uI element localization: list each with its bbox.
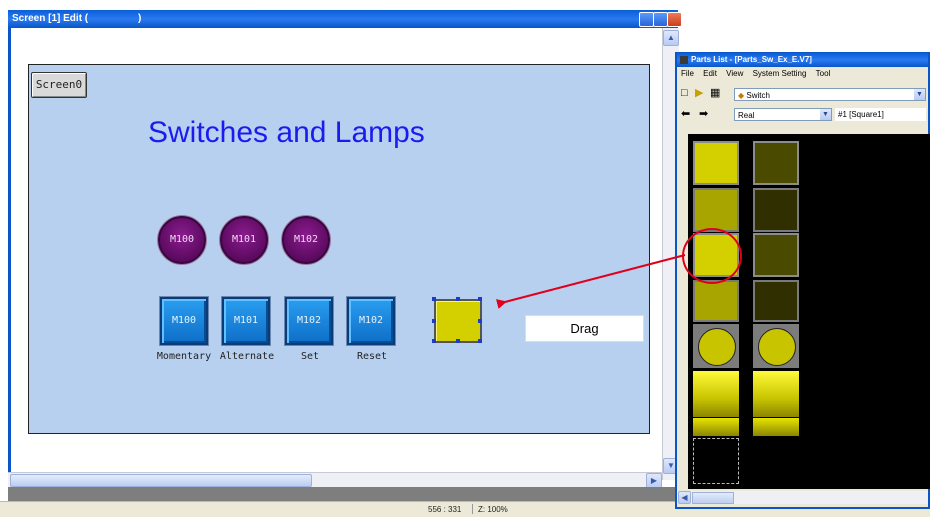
lamp-m102[interactable]: M102 (282, 216, 330, 264)
style-select[interactable]: Real ▼ (734, 108, 832, 121)
horizontal-scroll-thumb[interactable] (10, 474, 312, 487)
menu-file[interactable]: File (681, 69, 694, 78)
restore-icon[interactable] (653, 12, 668, 27)
switch-caption: Momentary (156, 351, 212, 362)
switch-caption: Alternate (219, 351, 275, 362)
resize-handle[interactable] (432, 297, 436, 301)
parts-list-title: Parts List - [Parts_Sw_Ex_E.V7] (691, 55, 812, 64)
part-name-value: #1 [Square1] (838, 110, 884, 119)
editor-title-bar: Screen [1] Edit ( ) (8, 10, 682, 28)
category-select[interactable]: ◆ Switch ▼ (734, 88, 926, 101)
save-icon[interactable]: ▦ (710, 86, 720, 99)
menu-system-setting[interactable]: System Setting (753, 69, 807, 78)
resize-handle[interactable] (432, 339, 436, 343)
lamp-m100[interactable]: M100 (158, 216, 206, 264)
page-heading: Switches and Lamps (148, 116, 425, 149)
menu-tool[interactable]: Tool (816, 69, 831, 78)
part-square-dark-2[interactable] (753, 233, 799, 277)
switch-momentary[interactable]: M100 (160, 297, 208, 345)
part-circle[interactable] (693, 324, 739, 368)
resize-handle[interactable] (432, 319, 436, 323)
scroll-up-icon[interactable]: ▲ (663, 30, 679, 46)
back-arrow-icon[interactable]: ⬅ (681, 107, 690, 120)
cursor-coordinates: 556 : 331 (428, 505, 462, 514)
switch-category-icon: ◆ (738, 91, 745, 100)
parts-list-hscrollbar[interactable]: ◀ (677, 491, 928, 504)
switch-alternate[interactable]: M101 (222, 297, 270, 345)
horizontal-scrollbar[interactable]: ▶ (8, 472, 662, 489)
style-value: Real (738, 111, 755, 120)
close-icon[interactable] (667, 12, 682, 27)
part-name-field[interactable]: #1 [Square1] (835, 108, 926, 121)
part-flat-bar-2[interactable] (753, 418, 799, 436)
resize-handle[interactable] (478, 339, 482, 343)
part-empty-slot[interactable] (693, 438, 739, 484)
chevron-down-icon[interactable]: ▼ (914, 89, 925, 100)
drag-arrow (495, 254, 686, 309)
parts-list-menu: File Edit View System Setting Tool (677, 69, 928, 81)
part-square-bevel[interactable] (693, 188, 739, 232)
switch-set[interactable]: M102 (285, 297, 333, 345)
drag-arrow-line (495, 254, 686, 309)
part-square-bevel-dark[interactable] (753, 188, 799, 232)
editor-frame (8, 28, 11, 493)
menu-edit[interactable]: Edit (703, 69, 717, 78)
editor-title: Screen [1] Edit ( (12, 13, 89, 24)
parts-scroll-thumb[interactable] (692, 492, 734, 504)
switch-reset[interactable]: M102 (347, 297, 395, 345)
selection-highlight (682, 228, 742, 284)
switch-caption: Set (300, 351, 320, 362)
part-square-pressed[interactable] (693, 280, 739, 322)
parts-list-toolbar: □ ▶ ▦ ◆ Switch ▼ (677, 84, 928, 104)
editor-title-suffix: ) (138, 13, 142, 24)
status-divider (472, 504, 473, 514)
editor-bottom-bar (8, 487, 678, 501)
resize-handle[interactable] (456, 339, 460, 343)
menu-view[interactable]: View (726, 69, 743, 78)
forward-arrow-icon[interactable]: ➡ (699, 107, 708, 120)
part-gradient-square-2[interactable] (753, 371, 799, 417)
parts-list-title-bar: Parts List - [Parts_Sw_Ex_E.V7] (677, 53, 928, 67)
zoom-level: Z: 100% (478, 505, 508, 514)
placed-square-switch[interactable] (432, 297, 482, 343)
app-icon (680, 55, 688, 64)
open-folder-icon[interactable]: ▶ (695, 86, 703, 99)
minimize-icon[interactable] (639, 12, 654, 27)
lamp-m101[interactable]: M101 (220, 216, 268, 264)
category-value: Switch (746, 91, 770, 100)
screen-button[interactable]: Screen0 (31, 72, 87, 98)
part-flat-bar[interactable] (693, 418, 739, 436)
resize-handle[interactable] (456, 297, 460, 301)
switch-caption: Reset (356, 351, 388, 362)
part-square-1[interactable] (693, 141, 739, 185)
part-circle-2[interactable] (753, 324, 799, 368)
new-file-icon[interactable]: □ (681, 87, 688, 99)
part-square-pressed-dark[interactable] (753, 280, 799, 322)
part-gradient-square[interactable] (693, 371, 739, 417)
chevron-down-icon[interactable]: ▼ (820, 109, 831, 120)
part-square-dark[interactable] (753, 141, 799, 185)
parts-list-toolbar-2: ⬅ ➡ Real ▼ #1 [Square1] (677, 106, 928, 124)
scroll-left-icon[interactable]: ◀ (678, 491, 691, 504)
